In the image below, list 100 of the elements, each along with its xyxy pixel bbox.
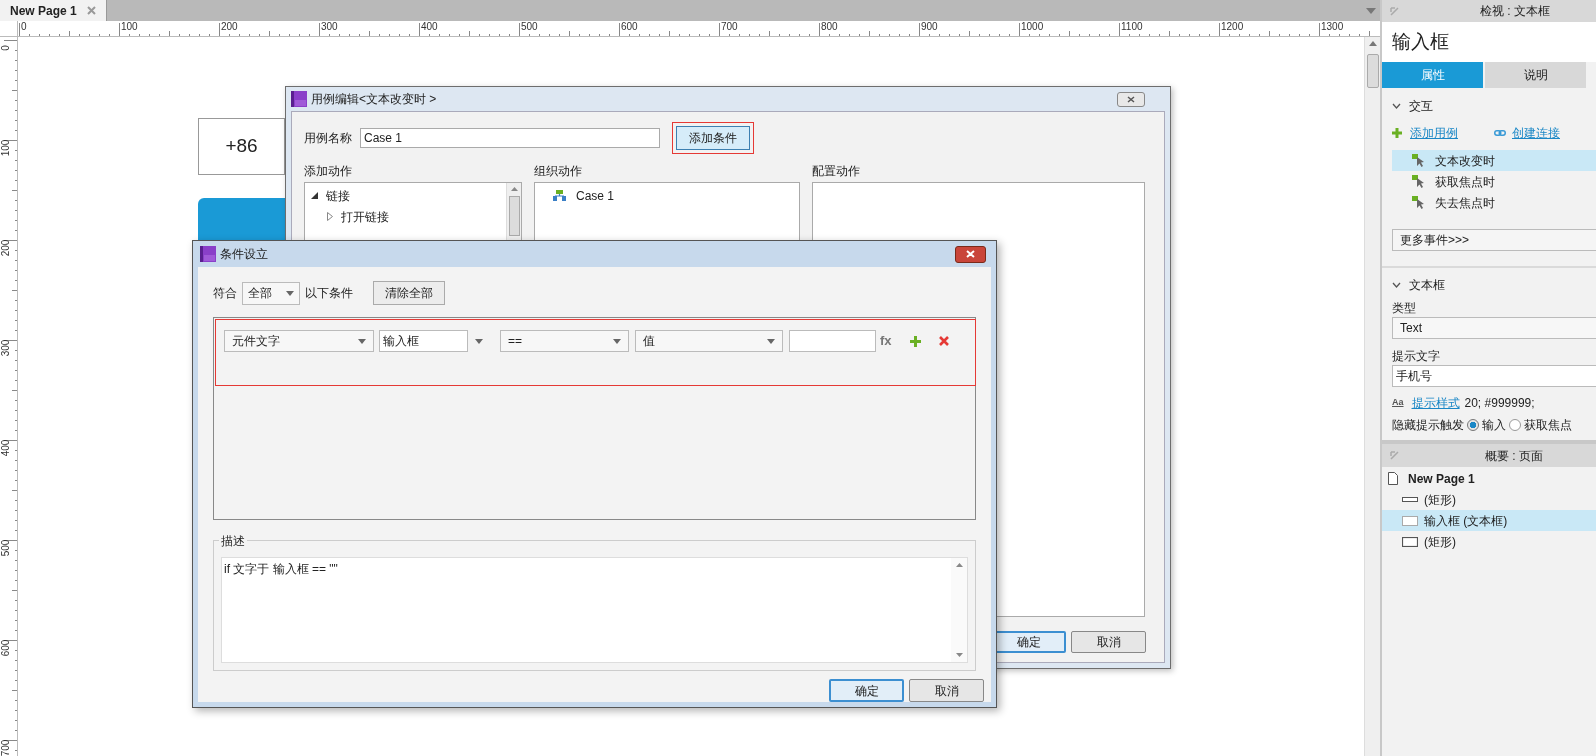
value-type-dropdown[interactable]: 值 — [635, 330, 783, 352]
radio-button[interactable] — [1467, 419, 1479, 431]
clear-all-button[interactable]: 清除全部 — [373, 281, 445, 305]
outline-item[interactable]: 输入框 (文本框) — [1382, 510, 1596, 531]
scroll-thumb[interactable] — [508, 196, 520, 236]
dropdown-arrow-icon[interactable] — [767, 338, 775, 344]
tree-toggle-icon[interactable] — [327, 212, 333, 221]
dialog-button[interactable]: 取消 — [909, 679, 984, 702]
group-label: 描述 — [219, 532, 247, 550]
dialog-button[interactable]: 确定 — [829, 679, 904, 702]
cursor-event-icon — [1412, 196, 1425, 209]
tree-item[interactable]: 链接 — [326, 186, 350, 205]
ruler-label: 0 — [1, 45, 11, 51]
field-label: 以下条件 — [305, 285, 353, 302]
dialog-title: 用例编辑<文本改变时 > — [311, 91, 437, 108]
source-dropdown[interactable]: 元件文字 — [224, 330, 374, 352]
chevron-icon[interactable] — [1392, 103, 1401, 109]
close-button[interactable] — [1117, 91, 1145, 107]
vertical-scrollbar[interactable] — [1364, 37, 1380, 756]
plus-icon[interactable] — [909, 335, 921, 347]
ruler-label: 500 — [1, 539, 11, 557]
case-name-field[interactable]: Case 1 — [360, 128, 660, 148]
dropdown-arrow-icon[interactable] — [358, 338, 366, 344]
scroll-down-icon[interactable] — [955, 653, 963, 657]
hint-style-link[interactable]: 提示样式 — [1411, 394, 1460, 412]
delete-icon[interactable] — [938, 336, 949, 346]
outline-item[interactable]: (矩形) — [1382, 531, 1596, 552]
description-text-area[interactable]: if 文字于 输入框 == "" — [221, 557, 968, 663]
ruler-label: 200 — [221, 21, 238, 32]
phone-prefix-box: +86 — [198, 118, 285, 175]
document-tab[interactable]: New Page 1 — [0, 0, 107, 21]
ruler-label: 1200 — [1221, 21, 1244, 32]
dropdown-arrow-icon[interactable] — [613, 338, 621, 344]
dropdown-arrow-icon[interactable] — [286, 290, 294, 296]
page-name[interactable]: New Page 1 — [1408, 469, 1475, 488]
line-shape-icon — [1402, 497, 1418, 502]
field-label: 提示文字 — [1392, 349, 1441, 363]
app-logo-icon — [200, 246, 216, 262]
dialog-title: 条件设立 — [220, 246, 268, 263]
close-icon — [1127, 95, 1135, 103]
page-icon — [1388, 472, 1398, 485]
hint-style-value: 20; #999999; — [1464, 395, 1535, 412]
dropdown-arrow-icon[interactable] — [475, 338, 483, 344]
operator-dropdown[interactable]: == — [500, 330, 629, 352]
field-label: 类型 — [1392, 301, 1417, 315]
ruler-label: 1100 — [1121, 21, 1143, 32]
ruler-label: 100 — [1, 139, 11, 157]
type-dropdown[interactable]: Text — [1392, 317, 1596, 339]
event-item[interactable]: 失去焦点时 — [1392, 192, 1596, 213]
event-item[interactable]: 文本改变时 — [1392, 150, 1596, 171]
radio-label[interactable]: 获取焦点 — [1524, 416, 1572, 434]
cursor-event-icon — [1412, 175, 1425, 188]
ruler-label: 700 — [721, 21, 738, 32]
field-label: 用例名称 — [304, 130, 352, 147]
scroll-thumb[interactable] — [1366, 54, 1379, 88]
app-logo-icon — [291, 91, 307, 107]
event-item[interactable]: 获取焦点时 — [1392, 171, 1596, 192]
text-field-icon — [1402, 515, 1418, 526]
ruler-label: 1300 — [1321, 21, 1344, 32]
value-field[interactable] — [789, 330, 876, 352]
ruler-label: 400 — [421, 21, 438, 32]
match-dropdown[interactable]: 全部 — [242, 281, 300, 305]
more-events-dropdown[interactable]: 更多事件>>> — [1392, 229, 1596, 251]
ruler-label: 700 — [1, 739, 11, 756]
scroll-up-icon[interactable] — [1368, 41, 1377, 46]
ruler-label: 600 — [1, 639, 11, 657]
link-icon — [1494, 130, 1506, 136]
dropdown-arrow-icon[interactable] — [1366, 7, 1376, 14]
scroll-up-icon[interactable] — [955, 563, 963, 567]
section-title[interactable]: 交互 — [1409, 97, 1433, 115]
case-tree-icon — [553, 190, 566, 201]
column-heading: 配置动作 — [812, 163, 861, 180]
section-title[interactable]: 文本框 — [1409, 276, 1445, 294]
create-link-link[interactable]: 创建连接 — [1512, 124, 1560, 142]
close-button[interactable] — [955, 245, 986, 263]
ruler-label: 400 — [1, 439, 11, 457]
close-icon[interactable] — [86, 6, 96, 15]
function-button[interactable]: fx — [880, 331, 892, 351]
dialog-button[interactable]: 取消 — [1071, 631, 1146, 653]
plus-icon[interactable] — [1392, 128, 1402, 138]
hint-text-field[interactable]: 手机号 — [1392, 365, 1596, 387]
outline-item[interactable]: (矩形) — [1382, 489, 1596, 510]
ruler-label: 500 — [521, 21, 538, 32]
chevron-icon[interactable] — [1392, 282, 1401, 288]
radio-label[interactable]: 输入 — [1482, 416, 1506, 434]
ruler-label: 300 — [1, 339, 11, 357]
ruler-label: 0 — [21, 21, 27, 32]
text-style-icon: Aa — [1392, 396, 1404, 410]
add-case-link[interactable]: 添加用例 — [1410, 124, 1458, 142]
panel-tab[interactable]: 说明 — [1485, 62, 1586, 88]
tree-item[interactable]: Case 1 — [576, 186, 615, 205]
panel-title: 概要 : 页面 — [1485, 447, 1543, 465]
scroll-up-icon[interactable] — [510, 187, 518, 191]
ruler-label: 1000 — [1021, 21, 1044, 32]
tree-item[interactable]: 打开链接 — [341, 207, 389, 226]
vertical-scrollbar[interactable] — [951, 558, 967, 662]
add-condition-button[interactable]: 添加条件 — [676, 126, 750, 150]
radio-button[interactable] — [1509, 419, 1521, 431]
column-heading: 组织动作 — [534, 163, 583, 180]
widget-field[interactable]: 输入框 — [379, 330, 468, 352]
